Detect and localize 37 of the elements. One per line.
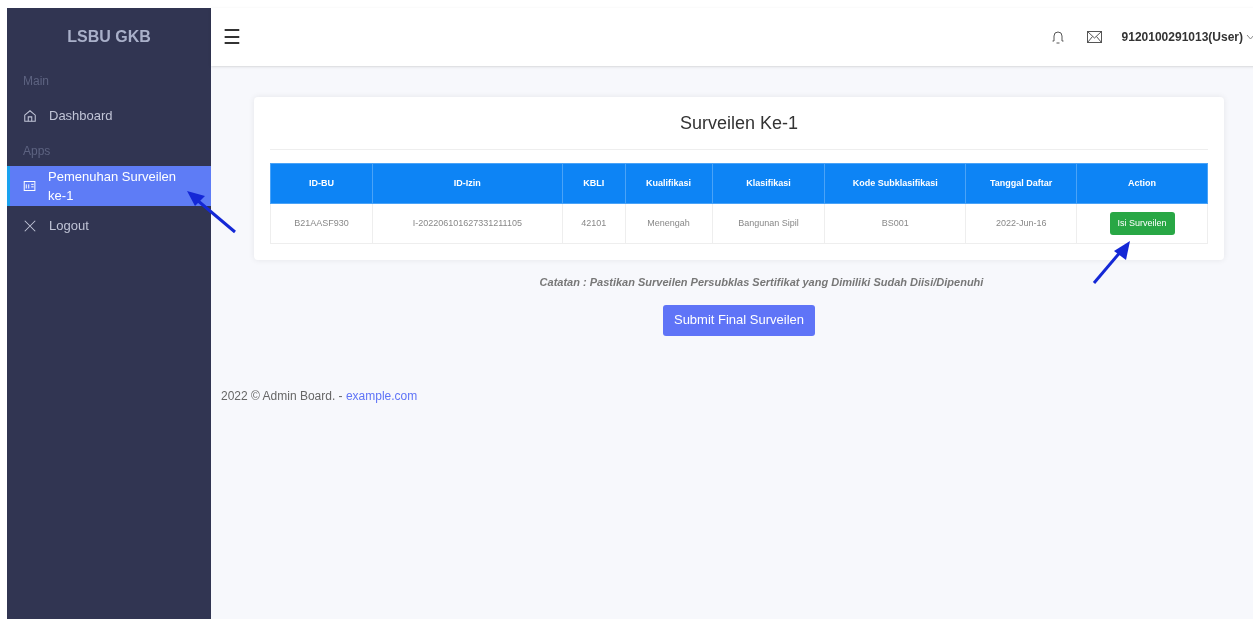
- bell-icon[interactable]: [1050, 29, 1065, 45]
- menu-button[interactable]: ☰: [223, 22, 241, 52]
- table-cell: I-202206101627331211105: [372, 203, 563, 244]
- column-header: Kode Subklasifikasi: [824, 163, 966, 204]
- sidebar-item-label: Pemenuhan Surveilen ke-1: [48, 167, 178, 205]
- table-cell: 42101: [562, 203, 626, 244]
- sidebar-item-label: Dashboard: [49, 107, 113, 126]
- table-cell: BS001: [824, 203, 966, 244]
- column-header: ID-Izin: [372, 163, 563, 204]
- footer-link[interactable]: example.com: [345, 388, 418, 403]
- column-header: Klasifikasi: [712, 163, 825, 204]
- form-icon: [23, 179, 37, 193]
- annotation-arrow: [1092, 240, 1132, 285]
- table-cell: 2022-Jun-16: [965, 203, 1077, 244]
- column-header: Kualifikasi: [625, 163, 713, 204]
- column-header: Tanggal Daftar: [965, 163, 1077, 204]
- note-text: Catatan : Pastikan Surveilen Persubklas Sertifikat yang Dimiliki Sudah Diisi/Dipenuhi: [538, 275, 984, 290]
- sidebar-item-label: Logout: [49, 217, 89, 236]
- annotation-arrow: [185, 188, 237, 234]
- sidebar-item[interactable]: Logout: [7, 206, 211, 246]
- column-header: KBLI: [562, 163, 626, 204]
- table-cell: Bangunan Sipil: [712, 203, 825, 244]
- sidebar-item[interactable]: Pemenuhan Surveilen ke-1: [7, 166, 211, 206]
- home-icon: [23, 109, 37, 123]
- column-header: Action: [1076, 163, 1208, 204]
- card-title: Surveilen Ke-1: [679, 111, 799, 135]
- footer-text: 2022 © Admin Board. - example.com: [221, 387, 419, 405]
- submit-button[interactable]: Submit Final Surveilen: [662, 304, 816, 336]
- table-cell: Menengah: [625, 203, 713, 244]
- column-header: ID-BU: [270, 163, 373, 204]
- table-cell: B21AASF930: [270, 203, 373, 244]
- user-menu[interactable]: 9120100291013(User): [1121, 28, 1253, 46]
- mail-icon[interactable]: [1086, 31, 1102, 43]
- sidebar-item[interactable]: Dashboard: [7, 96, 211, 136]
- chevron-down-icon: [1246, 34, 1253, 40]
- close-icon: [23, 219, 37, 233]
- brand-title: LSBU GKB: [67, 27, 151, 47]
